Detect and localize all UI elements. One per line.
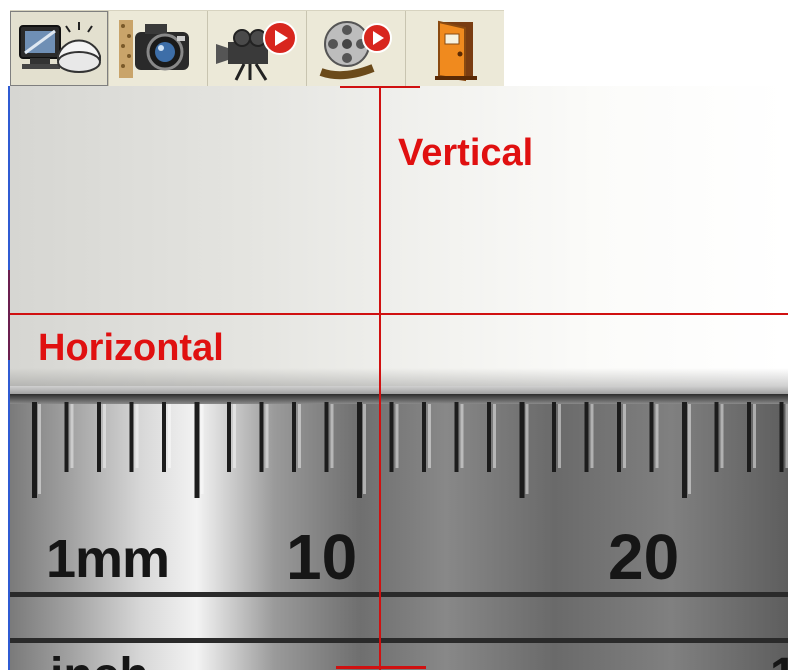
exit-button[interactable] bbox=[406, 11, 504, 86]
ruler-tick-highlight bbox=[558, 404, 561, 468]
ruler-tick-highlight bbox=[460, 404, 464, 468]
ruler-tick-highlight bbox=[330, 404, 334, 468]
ruler-tick-highlight bbox=[753, 404, 756, 468]
ruler-tick bbox=[584, 402, 589, 472]
ruler-tick bbox=[747, 402, 751, 472]
ruler-tick bbox=[682, 402, 687, 498]
monitor-light-button[interactable] bbox=[10, 11, 108, 86]
vertical-line-bottom-cap bbox=[336, 666, 426, 669]
ruler-tick-highlight bbox=[298, 404, 301, 468]
ruler-tick-highlight bbox=[493, 404, 496, 468]
ruler-tick-highlight bbox=[233, 404, 236, 468]
ruler-tick bbox=[227, 402, 231, 472]
snapshot-button[interactable] bbox=[109, 11, 207, 86]
camera-view[interactable]: 1mm 10 20 inch 1 Vertical Horizontal bbox=[10, 86, 788, 670]
ruler-tick bbox=[617, 402, 621, 472]
ruler-tick-highlight bbox=[395, 404, 399, 468]
ruler-unit-label: 1mm bbox=[46, 529, 170, 589]
ruler-groove bbox=[10, 638, 788, 643]
ruler-tick bbox=[649, 402, 654, 472]
camera-icon bbox=[119, 19, 189, 78]
video-camera-record-icon bbox=[216, 20, 297, 81]
ruler-tick bbox=[292, 402, 296, 472]
monitor-lamp-icon bbox=[19, 21, 101, 73]
ruler-tick bbox=[487, 402, 491, 472]
record-video-button[interactable] bbox=[208, 11, 306, 86]
ruler-tick-highlight bbox=[525, 404, 529, 494]
ruler-tick bbox=[519, 402, 525, 498]
ruler-tick bbox=[324, 402, 329, 472]
ruler-tick bbox=[389, 402, 394, 472]
ruler-tick bbox=[357, 402, 362, 498]
ruler-tick-highlight bbox=[623, 404, 626, 468]
ruler-tick-highlight bbox=[135, 404, 139, 468]
ruler-tick bbox=[129, 402, 134, 472]
ruler-tick-highlight bbox=[103, 404, 106, 468]
horizontal-line-label: Horizontal bbox=[38, 327, 224, 369]
ruler-tick bbox=[194, 402, 200, 498]
ruler-tick-highlight bbox=[38, 404, 41, 494]
ruler-tick-highlight bbox=[265, 404, 269, 468]
ruler-tick bbox=[714, 402, 719, 472]
ruler-tick-highlight bbox=[363, 404, 366, 494]
ruler-tick-highlight bbox=[200, 404, 204, 494]
ruler-tick-highlight bbox=[428, 404, 431, 468]
vertical-crosshair-line[interactable] bbox=[379, 86, 381, 670]
ruler-inch-number: 1 bbox=[770, 648, 788, 670]
ruler-tick bbox=[64, 402, 69, 472]
ruler-tick bbox=[162, 402, 166, 472]
play-video-button[interactable] bbox=[307, 11, 405, 86]
ruler-tick-highlight bbox=[655, 404, 659, 468]
ruler-tick bbox=[97, 402, 101, 472]
toolbar bbox=[10, 10, 504, 87]
vertical-line-label: Vertical bbox=[398, 132, 534, 174]
ruler-tick-highlight bbox=[590, 404, 594, 468]
ruler-tick bbox=[259, 402, 264, 472]
ruler-tick-highlight bbox=[688, 404, 691, 494]
ruler-tick-highlight bbox=[720, 404, 724, 468]
ruler-tick bbox=[422, 402, 426, 472]
ruler-tick-highlight bbox=[70, 404, 74, 468]
ruler-tick-highlight bbox=[168, 404, 171, 468]
ruler-inch-label: inch bbox=[50, 648, 149, 670]
horizontal-crosshair-line[interactable] bbox=[10, 313, 788, 315]
ruler-tick bbox=[779, 402, 784, 472]
ruler-tick bbox=[32, 402, 37, 498]
ruler-tick bbox=[552, 402, 556, 472]
ruler-mark-20: 20 bbox=[608, 521, 680, 593]
ruler-tick bbox=[454, 402, 459, 472]
exit-door-icon bbox=[435, 20, 477, 81]
ruler-mark-10: 10 bbox=[286, 521, 358, 593]
film-reel-play-icon bbox=[319, 20, 392, 79]
